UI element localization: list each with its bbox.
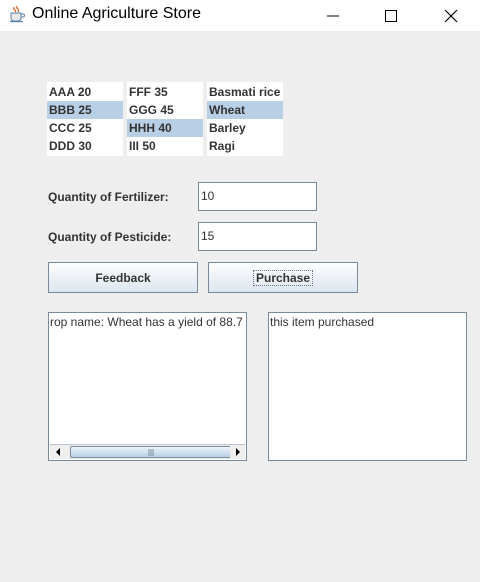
pesticide-list[interactable]: FFF 35 GGG 45 HHH 40 III 50 [127, 82, 203, 156]
list-item-selected[interactable]: BBB 25 [47, 101, 123, 119]
crop-info-textarea[interactable]: rop name: Wheat has a yield of 88.7 [48, 312, 247, 461]
grip-icon [148, 448, 154, 456]
scrollbar-thumb[interactable] [70, 446, 232, 458]
list-item[interactable]: Barley [207, 119, 283, 137]
feedback-button-label: Feedback [95, 270, 151, 285]
list-item-selected[interactable]: Wheat [207, 101, 283, 119]
window-title: Online Agriculture Store [32, 5, 201, 22]
list-item[interactable]: III 50 [127, 137, 203, 155]
close-icon [444, 9, 458, 22]
feedback-button[interactable]: Feedback [48, 262, 198, 293]
scroll-left-button[interactable] [50, 445, 65, 459]
crop-list[interactable]: Basmati rice Wheat Barley Ragi [207, 82, 283, 156]
maximize-icon [385, 9, 397, 22]
java-coffee-cup-icon [8, 5, 26, 23]
purchase-status-text: this item purchased [270, 315, 375, 329]
fertilizer-list[interactable]: AAA 20 BBB 25 CCC 25 DDD 30 [47, 82, 123, 156]
list-item[interactable]: Ragi [207, 137, 283, 155]
minimize-icon [327, 15, 339, 16]
crop-info-text: rop name: Wheat has a yield of 88.7 [50, 315, 243, 329]
list-item[interactable]: DDD 30 [47, 137, 123, 155]
minimize-button[interactable] [306, 0, 360, 31]
list-item[interactable]: CCC 25 [47, 119, 123, 137]
list-item[interactable]: AAA 20 [47, 83, 123, 101]
list-item[interactable]: Basmati rice [207, 83, 283, 101]
maximize-button[interactable] [364, 0, 418, 31]
horizontal-scrollbar[interactable] [50, 444, 245, 459]
list-item[interactable]: GGG 45 [127, 101, 203, 119]
scroll-right-button[interactable] [230, 445, 245, 459]
list-item[interactable]: FFF 35 [127, 83, 203, 101]
title-bar[interactable]: Online Agriculture Store [0, 0, 480, 31]
arrow-right-icon [235, 448, 240, 456]
pesticide-quantity-label: Quantity of Pesticide: [48, 230, 172, 244]
purchase-button[interactable]: Purchase [208, 262, 358, 293]
close-button[interactable] [424, 0, 478, 31]
list-item-selected[interactable]: HHH 40 [127, 119, 203, 137]
fertilizer-quantity-label: Quantity of Fertilizer: [48, 190, 169, 204]
purchase-status-textarea[interactable]: this item purchased [268, 312, 467, 461]
arrow-left-icon [55, 448, 60, 456]
purchase-button-label: Purchase [252, 269, 314, 286]
pesticide-quantity-field[interactable]: 15 [198, 222, 317, 251]
fertilizer-quantity-field[interactable]: 10 [198, 182, 317, 211]
